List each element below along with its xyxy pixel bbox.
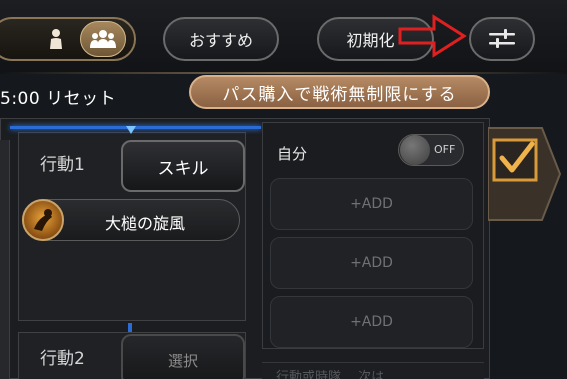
recommend-label: おすすめ (188, 31, 253, 50)
add-slot-label: +ADD (350, 255, 393, 271)
self-label: 自分 (277, 145, 308, 163)
party-mode-button[interactable] (80, 21, 126, 57)
skill-button[interactable]: スキル (121, 140, 245, 192)
filter-settings-button[interactable] (469, 17, 535, 61)
add-condition-slot[interactable]: +ADD (270, 178, 473, 230)
condition-footer: 行動或時隊 …次は (262, 362, 484, 379)
initial-label: 初期化 (346, 31, 395, 50)
solo-mode-button[interactable] (38, 21, 74, 57)
buy-pass-button[interactable]: パス購入で戦術無制限にする (189, 75, 490, 109)
skill-name: 大槌の旋風 (105, 214, 186, 233)
panel-left-edge (0, 140, 10, 379)
toggle-state: OFF (434, 143, 456, 156)
top-bar-divider (0, 72, 567, 74)
select-button[interactable]: 選択 (121, 334, 245, 379)
buy-pass-label: パス購入で戦術無制限にする (222, 84, 457, 105)
action-1-label: 行動1 (40, 155, 85, 175)
select-button-label: 選択 (167, 351, 198, 370)
check-banner-icon[interactable] (488, 124, 567, 224)
toggle-knob (400, 135, 430, 165)
add-slot-label: +ADD (350, 196, 393, 212)
action-2-label: 行動2 (40, 349, 85, 369)
add-condition-slot[interactable]: +ADD (270, 237, 473, 289)
annotation-arrow-icon (398, 14, 467, 58)
recommend-button[interactable]: おすすめ (163, 17, 279, 61)
timeline-marker-icon (126, 126, 136, 134)
group-icon (90, 30, 116, 48)
skill-hammer-icon (22, 199, 64, 241)
sliders-icon (489, 29, 515, 48)
add-condition-slot[interactable]: +ADD (270, 296, 473, 348)
reset-timer-text: 5:00 リセット (0, 89, 117, 109)
timeline-connector (128, 323, 132, 332)
person-icon (50, 29, 62, 49)
skill-button-label: スキル (157, 158, 209, 179)
add-slot-label: +ADD (350, 314, 393, 330)
